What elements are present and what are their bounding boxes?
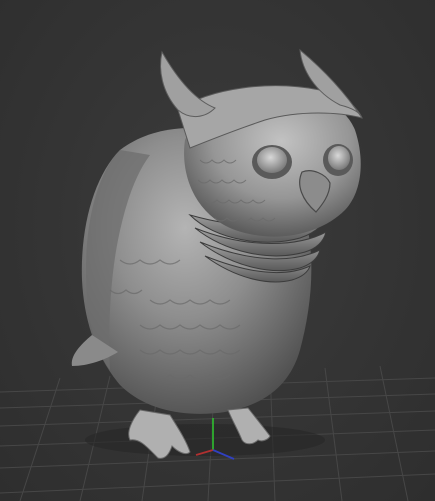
eye-right	[323, 144, 353, 176]
model-shadow	[85, 424, 325, 456]
3d-viewport[interactable]	[0, 0, 435, 501]
viewport-canvas[interactable]	[0, 0, 435, 501]
ear-tuft-left	[160, 50, 216, 117]
owl-sculpt-model[interactable]	[71, 48, 363, 459]
eye-left	[252, 145, 292, 179]
